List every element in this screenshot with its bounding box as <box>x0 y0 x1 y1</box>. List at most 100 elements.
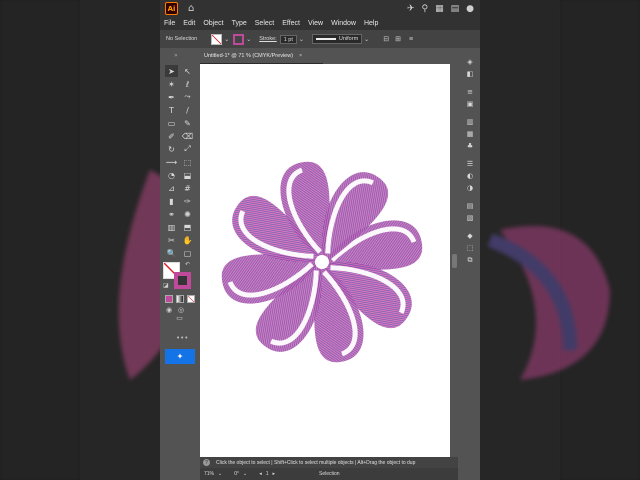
type-icon[interactable]: T <box>165 104 178 116</box>
rectangle-icon[interactable]: ▭ <box>165 117 178 129</box>
home-icon[interactable]: ⌂ <box>188 3 194 14</box>
rotate-icon[interactable]: ↻ <box>165 143 178 155</box>
gradient-panel-icon[interactable]: ◐ <box>460 170 480 182</box>
align-panel-icon[interactable]: ≡ <box>460 86 480 98</box>
gradient-mode-icon[interactable] <box>176 295 184 303</box>
brushes-icon[interactable]: ♣ <box>460 140 480 152</box>
profile-dropdown-icon[interactable]: ⌄ <box>364 36 369 43</box>
panel-icon[interactable]: ▤ <box>451 4 460 14</box>
profile-line-icon <box>315 38 336 40</box>
eraser-icon[interactable]: ⌫ <box>181 130 194 142</box>
shaper-icon[interactable]: ✐ <box>165 130 178 142</box>
properties-icon[interactable]: ◈ <box>460 56 480 68</box>
hand-icon[interactable]: ✋ <box>181 234 194 246</box>
menu-type[interactable]: Type <box>232 20 247 27</box>
perspective-icon[interactable]: ⊿ <box>165 182 178 194</box>
ai-generate-button[interactable]: ✦ <box>165 349 195 364</box>
mesh-icon[interactable]: # <box>181 182 194 194</box>
selection-tool-icon[interactable]: ➤ <box>165 65 178 77</box>
transparency-icon[interactable]: ◑ <box>460 182 480 194</box>
video-frame: Ai ⌂ ✈ ⚲ ▦ ▤ ● File Edit Object Type Sel… <box>0 0 640 480</box>
menu-window[interactable]: Window <box>331 20 356 27</box>
graphic-styles-icon[interactable]: ▧ <box>460 212 480 224</box>
direct-selection-tool-icon[interactable]: ↖ <box>181 65 194 77</box>
libraries-icon[interactable]: ▣ <box>460 98 480 110</box>
stroke-panel-icon[interactable]: ☰ <box>460 158 480 170</box>
artboards-icon[interactable]: ⬚ <box>460 242 480 254</box>
artboard-icon[interactable]: ⬒ <box>181 221 194 233</box>
color-panel-icon[interactable]: ▥ <box>460 116 480 128</box>
menu-edit[interactable]: Edit <box>183 20 195 27</box>
document-tab[interactable]: Untitled-1* @ 71 % (CMYK/Preview) × <box>200 48 323 64</box>
print-tiling-icon[interactable]: ▢ <box>181 247 194 259</box>
stroke-weight-field[interactable]: 1 pt <box>279 34 297 44</box>
stroke-swatch[interactable] <box>233 33 245 45</box>
free-transform-icon[interactable]: ⬚ <box>181 156 194 168</box>
collapse-panel-icon[interactable]: » <box>174 52 178 59</box>
swap-colors-icon[interactable]: ↶ <box>185 261 190 268</box>
stroke-label[interactable]: Stroke: <box>259 36 276 42</box>
none-mode-icon[interactable] <box>187 295 195 303</box>
line-icon[interactable]: / <box>181 104 194 116</box>
artboard-number[interactable]: 1 <box>266 471 269 477</box>
paintbrush-icon[interactable]: ✎ <box>181 117 194 129</box>
draw-behind-icon[interactable]: ◎ <box>178 306 184 314</box>
gradient-icon[interactable]: ▮ <box>165 195 178 207</box>
draw-mode-icon[interactable]: ◉ <box>166 306 172 314</box>
align-icon[interactable]: ⊟ <box>383 35 389 43</box>
layout-icon[interactable]: ▦ <box>435 4 444 14</box>
menu-select[interactable]: Select <box>255 20 274 27</box>
width-icon[interactable]: ⟿ <box>165 156 178 168</box>
zoom-level[interactable]: 71% <box>204 471 214 477</box>
transform-icon[interactable]: ⊞ <box>395 35 401 43</box>
graph-icon[interactable]: ▥ <box>165 221 178 233</box>
scale-icon[interactable]: ⤢ <box>181 143 194 155</box>
menu-view[interactable]: View <box>308 20 323 27</box>
rotation-dropdown-icon[interactable]: ⌄ <box>243 471 247 477</box>
magic-wand-icon[interactable]: ✶ <box>165 78 178 90</box>
menu-help[interactable]: Help <box>364 20 378 27</box>
screen-mode-icon[interactable]: ▭ <box>168 314 191 323</box>
live-paint-icon[interactable]: ⬓ <box>181 169 194 181</box>
fill-swatch[interactable] <box>211 33 223 45</box>
color-mode-icon[interactable] <box>165 295 173 303</box>
stroke-dropdown-icon[interactable]: ⌄ <box>246 36 251 43</box>
stroke-weight-dropdown-icon[interactable]: ⌄ <box>299 36 304 43</box>
user-icon[interactable]: ● <box>466 4 474 14</box>
shape-builder-icon[interactable]: ◔ <box>165 169 178 181</box>
share-icon[interactable]: ✈ <box>407 4 415 14</box>
curvature-icon[interactable]: ⤳ <box>181 91 194 103</box>
artboard[interactable] <box>200 64 450 457</box>
lasso-icon[interactable]: ℓ <box>181 78 194 90</box>
stroke-color-box[interactable] <box>174 272 191 289</box>
asset-export-icon[interactable]: ⧉ <box>460 254 480 266</box>
prev-artboard-icon[interactable]: ◂ <box>259 471 262 477</box>
menu-object[interactable]: Object <box>203 20 223 27</box>
zoom-dropdown-icon[interactable]: ⌄ <box>218 471 222 477</box>
right-panels-dock: ◈ ◧ ≡ ▣ ▥ ▦ ♣ ☰ ◐ ◑ ▤ ▧ ◆ ⬚ ⧉ <box>460 48 480 468</box>
blend-icon[interactable]: ⚭ <box>165 208 178 220</box>
vertical-scrollbar[interactable] <box>452 254 457 268</box>
fill-dropdown-icon[interactable]: ⌄ <box>224 36 229 43</box>
layers-panel-icon[interactable]: ◧ <box>460 68 480 80</box>
spirograph-flower-artwork[interactable] <box>200 64 450 457</box>
pen-icon[interactable]: ✒ <box>165 91 178 103</box>
symbol-sprayer-icon[interactable]: ✺ <box>181 208 194 220</box>
rotation-value[interactable]: 0° <box>234 471 239 477</box>
canvas-area[interactable] <box>200 64 460 457</box>
swatches-icon[interactable]: ▦ <box>460 128 480 140</box>
stroke-profile-select[interactable]: Uniform <box>311 34 363 44</box>
zoom-icon[interactable]: 🔍 <box>165 247 178 259</box>
edit-toolbar-icon[interactable]: ••• <box>176 334 188 342</box>
slice-icon[interactable]: ✂ <box>165 234 178 246</box>
menu-file[interactable]: File <box>164 20 175 27</box>
layers-icon[interactable]: ◆ <box>460 230 480 242</box>
appearance-icon[interactable]: ▤ <box>460 200 480 212</box>
panel-menu-icon[interactable]: ≡ <box>409 36 413 43</box>
next-artboard-icon[interactable]: ▸ <box>273 471 276 477</box>
eyedropper-icon[interactable]: ✑ <box>181 195 194 207</box>
menu-effect[interactable]: Effect <box>282 20 300 27</box>
default-colors-icon[interactable]: ◪ <box>163 282 169 289</box>
search-icon[interactable]: ⚲ <box>422 4 429 14</box>
close-tab-icon[interactable]: × <box>299 53 302 59</box>
